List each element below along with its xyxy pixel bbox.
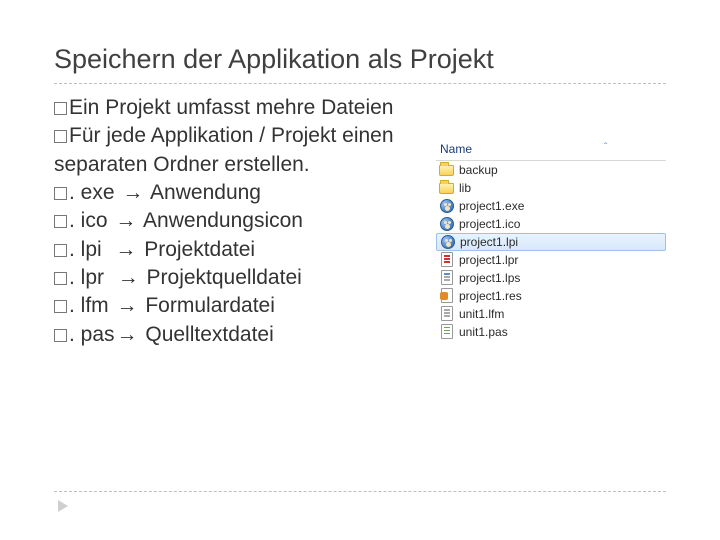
square-bullet-icon	[54, 187, 67, 200]
resource-file-icon	[439, 288, 454, 303]
square-bullet-icon	[54, 102, 67, 115]
file-name-label: project1.ico	[459, 217, 520, 231]
slide-title: Speichern der Applikation als Projekt	[54, 44, 666, 84]
file-explorer: Name ˆ backup lib project1.exe project1.ico…	[436, 94, 666, 349]
folder-item[interactable]: backup	[436, 161, 666, 179]
source-file-icon	[439, 252, 454, 267]
file-item[interactable]: project1.lpi	[436, 233, 666, 251]
file-name-label: backup	[459, 163, 498, 177]
arrow-icon: →	[120, 181, 145, 204]
bullet-item: Für jede Applikation / Projekt einen sep…	[54, 122, 420, 179]
folder-icon	[439, 180, 454, 195]
bullet-item: . lpr → Projektquelldatei	[54, 264, 420, 292]
file-item[interactable]: project1.ico	[436, 215, 666, 233]
arrow-icon: →	[113, 209, 138, 232]
square-bullet-icon	[54, 329, 67, 342]
file-item[interactable]: project1.lps	[436, 269, 666, 287]
bullet-item: . exe → Anwendung	[54, 179, 420, 207]
lazarus-paw-icon	[439, 198, 454, 213]
file-item[interactable]: project1.lpr	[436, 251, 666, 269]
session-file-icon	[439, 270, 454, 285]
file-name-label: lib	[459, 181, 471, 195]
arrow-icon: →	[113, 238, 138, 261]
bullet-item: Ein Projekt umfasst mehre Dateien	[54, 94, 420, 122]
arrow-icon: →	[115, 294, 140, 317]
bullet-list: Ein Projekt umfasst mehre Dateien Für je…	[54, 94, 420, 349]
arrow-icon: →	[115, 323, 140, 346]
pascal-file-icon	[439, 324, 454, 339]
arrow-icon: →	[116, 266, 141, 289]
column-header-name[interactable]: Name ˆ	[436, 140, 666, 161]
file-name-label: project1.lpi	[460, 235, 518, 249]
bullet-item: . lfm → Formulardatei	[54, 292, 420, 320]
bullet-item: . pas→ Quelltextdatei	[54, 321, 420, 349]
sort-ascending-icon: ˆ	[604, 142, 607, 153]
file-list: backup lib project1.exe project1.ico project…	[436, 161, 666, 341]
folder-icon	[439, 162, 454, 177]
bullet-item: . lpi → Projektdatei	[54, 236, 420, 264]
bullet-item: . ico → Anwendungsicon	[54, 207, 420, 235]
lazarus-paw-icon	[439, 216, 454, 231]
square-bullet-icon	[54, 272, 67, 285]
file-name-label: unit1.pas	[459, 325, 508, 339]
lazarus-paw-icon	[440, 235, 455, 250]
file-name-label: project1.res	[459, 289, 522, 303]
folder-item[interactable]: lib	[436, 179, 666, 197]
square-bullet-icon	[54, 215, 67, 228]
file-name-label: project1.lps	[459, 271, 520, 285]
file-name-label: unit1.lfm	[459, 307, 504, 321]
next-arrow-icon	[58, 500, 68, 512]
file-name-label: project1.lpr	[459, 253, 518, 267]
file-item[interactable]: unit1.pas	[436, 323, 666, 341]
file-item[interactable]: project1.res	[436, 287, 666, 305]
square-bullet-icon	[54, 130, 67, 143]
footer-divider	[54, 491, 666, 492]
square-bullet-icon	[54, 244, 67, 257]
file-item[interactable]: unit1.lfm	[436, 305, 666, 323]
square-bullet-icon	[54, 300, 67, 313]
file-name-label: project1.exe	[459, 199, 524, 213]
form-file-icon	[439, 306, 454, 321]
file-item[interactable]: project1.exe	[436, 197, 666, 215]
